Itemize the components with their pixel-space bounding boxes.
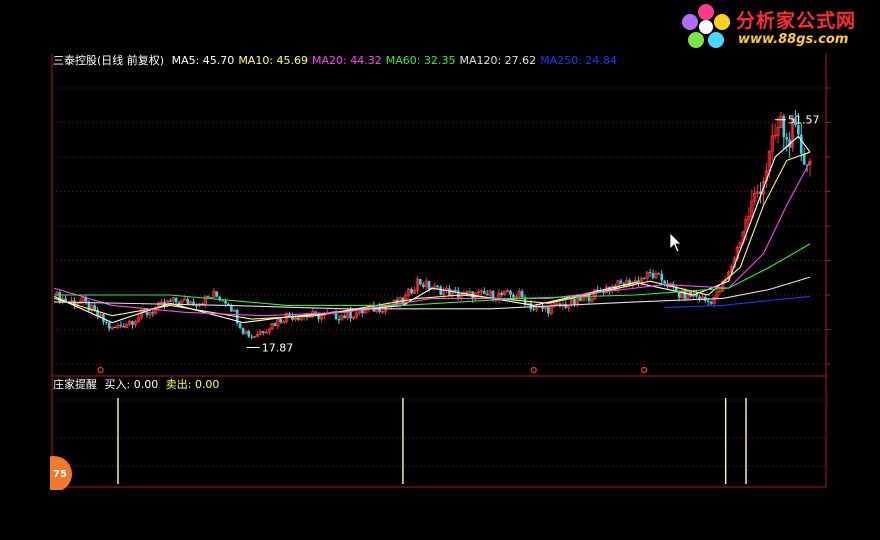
candle-body	[512, 294, 515, 298]
logo-url: www.88gs.com	[738, 32, 849, 47]
candle-body	[421, 284, 425, 287]
candle-body	[564, 304, 568, 308]
ma-legend-item: MA20: 44.32	[312, 54, 382, 67]
sell-value: 0.00	[194, 378, 220, 391]
signal-mark-icon	[97, 366, 104, 374]
ma-legend-item: MA5: 45.70	[171, 54, 235, 67]
candle-body	[436, 285, 440, 287]
candle-body	[509, 290, 512, 295]
stock-chart: 51.57 17.87	[51, 54, 830, 488]
candle-body	[151, 312, 155, 314]
signal-mark-icon	[641, 366, 648, 374]
candle-body	[343, 315, 347, 318]
candle-body	[709, 301, 713, 304]
indicator-header: 庄家提醒 买入: 0.00 卖出: 0.00	[53, 378, 219, 392]
candle-body	[660, 273, 664, 281]
low-label: 17.87	[262, 341, 294, 354]
candle-body	[587, 294, 591, 302]
candle-body	[105, 321, 108, 323]
candle-body	[785, 137, 789, 140]
candle-body	[799, 134, 803, 154]
candle-body	[250, 336, 254, 338]
ma-legend-item: MA10: 45.69	[238, 54, 309, 67]
signal-mark-icon	[530, 366, 537, 374]
candle-body	[532, 309, 536, 311]
ma-legend: MA5: 45.70 MA10: 45.69 MA20: 44.32 MA60: 32…	[168, 54, 617, 67]
sell-label: 卖出:	[165, 378, 192, 391]
candle-body	[642, 278, 646, 280]
site-logo: 分析家公式网 www.88gs.com	[678, 2, 878, 52]
candle-body	[169, 300, 172, 302]
candle-body	[279, 319, 283, 323]
indicator-bars	[117, 398, 747, 484]
candle-body	[651, 272, 655, 278]
flower-logo-icon	[682, 4, 730, 48]
mouse-cursor-icon	[669, 232, 682, 253]
candle-body	[195, 305, 198, 307]
candle-body	[419, 278, 422, 285]
candle-body	[241, 327, 245, 334]
candle-body	[483, 290, 486, 295]
candle-body	[448, 288, 451, 296]
candle-body	[93, 305, 97, 310]
candle-body	[273, 323, 277, 326]
candle-body	[485, 294, 489, 296]
candle-body	[657, 273, 661, 275]
candle-body	[410, 289, 413, 294]
candle-body	[802, 153, 806, 165]
candle-body	[224, 300, 227, 304]
candle-body	[247, 330, 251, 337]
candle-body	[648, 272, 652, 274]
high-label: 51.57	[788, 114, 820, 127]
indicator-title: 庄家提醒	[53, 378, 97, 391]
candle-body	[131, 321, 134, 325]
candle-body	[296, 317, 300, 320]
candle-body	[500, 292, 504, 295]
candle-body	[186, 299, 190, 304]
buy-label: 买入:	[104, 378, 131, 391]
candle-body	[314, 311, 317, 313]
candle-body	[439, 286, 443, 295]
price-grid	[52, 87, 830, 467]
candle-body	[262, 331, 265, 333]
candle-body	[465, 292, 469, 294]
candle-body	[529, 303, 533, 310]
candle-body	[122, 326, 126, 328]
candle-body	[174, 297, 178, 303]
candle-body	[578, 297, 582, 301]
stock-title: 三泰控股(日线 前复权)	[53, 54, 165, 67]
candle-body	[107, 322, 111, 329]
candle-body	[619, 280, 623, 284]
cursor-arrow	[669, 232, 682, 253]
candle-body	[427, 281, 431, 289]
chart-frame	[51, 54, 827, 488]
price-annotations: 51.57 17.87	[97, 114, 820, 374]
logo-title: 分析家公式网	[736, 10, 857, 32]
candle-body	[145, 312, 149, 316]
candle-body	[119, 325, 123, 327]
candle-body	[520, 291, 524, 298]
buy-value: 0.00	[133, 378, 159, 391]
indicator-badge[interactable]: 75	[50, 456, 72, 490]
ma-legend-item: MA60: 32.35	[385, 54, 456, 67]
ma-legend-item: MA250: 24.84	[540, 54, 617, 67]
candle-body	[456, 290, 460, 298]
ma-legend-item: MA120: 27.62	[459, 54, 537, 67]
candle-body	[215, 291, 219, 297]
candle-body	[706, 300, 710, 302]
candle-body	[113, 326, 117, 328]
badge-number: 75	[53, 469, 67, 480]
chart-header: 三泰控股(日线 前复权) MA5: 45.70 MA10: 45.69 MA20: …	[53, 54, 617, 68]
candle-body	[206, 296, 210, 298]
candle-body	[573, 298, 576, 305]
candle-body	[547, 307, 550, 314]
candle-body	[221, 300, 224, 302]
candle-body	[663, 280, 666, 284]
candle-body	[238, 323, 242, 328]
candle-body	[453, 289, 457, 291]
candle-body	[337, 319, 341, 321]
